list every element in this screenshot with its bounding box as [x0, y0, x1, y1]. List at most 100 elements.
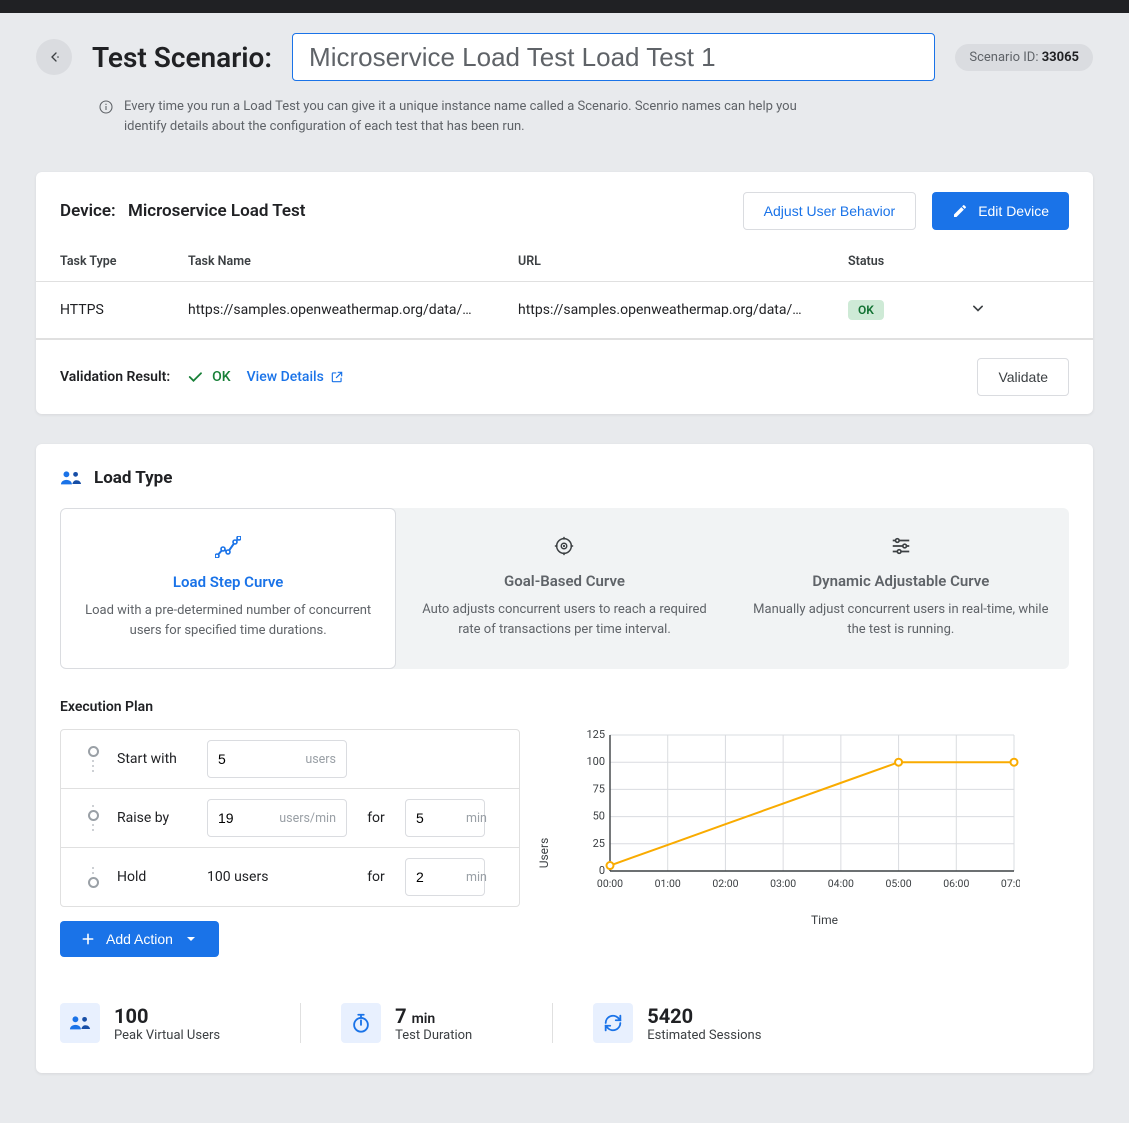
chart-ylabel: Users: [537, 838, 551, 869]
goal-based-title: Goal-Based Curve: [416, 572, 712, 590]
svg-text:04:00: 04:00: [828, 877, 854, 889]
execution-plan-label: Execution Plan: [36, 699, 1093, 729]
raise-for-input[interactable]: min: [405, 799, 485, 837]
svg-text:25: 25: [593, 837, 605, 850]
svg-text:02:00: 02:00: [712, 877, 738, 889]
raise-by-label: Raise by: [117, 810, 201, 826]
edit-device-label: Edit Device: [978, 203, 1049, 219]
dynamic-curve-option[interactable]: Dynamic Adjustable Curve Manually adjust…: [733, 508, 1069, 669]
chevron-down-icon: [968, 298, 988, 318]
arrow-left-icon: [46, 49, 62, 65]
task-table-header: Task Type Task Name URL Status: [36, 246, 1093, 281]
col-status: Status: [848, 254, 968, 269]
load-type-card: Load Type Load Step Curve Load with a pr…: [36, 444, 1093, 1073]
plan-raise-row: Raise by users/min for min: [61, 788, 519, 847]
validation-ok: OK: [186, 368, 231, 386]
task-name: https://samples.openweathermap.org/data/…: [188, 302, 518, 318]
start-with-input[interactable]: users: [207, 740, 347, 778]
load-type-header: Load Type: [36, 444, 1093, 508]
plan-hold-row: Hold 100 users for min: [61, 847, 519, 906]
edit-device-button[interactable]: Edit Device: [932, 192, 1069, 230]
step-indicator: [75, 805, 111, 831]
scenario-name-input[interactable]: [292, 33, 935, 81]
hold-for-input[interactable]: min: [405, 858, 485, 896]
load-step-title: Load Step Curve: [81, 573, 375, 591]
scenario-id-badge: Scenario ID: 33065: [955, 44, 1093, 71]
validation-row: Validation Result: OK View Details Valid…: [36, 339, 1093, 414]
col-url: URL: [518, 254, 848, 269]
target-icon: [553, 535, 575, 557]
task-row[interactable]: HTTPS https://samples.openweathermap.org…: [36, 282, 1093, 338]
for-label: for: [353, 869, 399, 885]
scenario-id-label: Scenario ID:: [969, 50, 1038, 65]
view-details-link[interactable]: View Details: [247, 369, 344, 385]
for-label: for: [353, 810, 399, 826]
stat-sessions-value: 5420: [647, 1004, 761, 1028]
stat-peak-label: Peak Virtual Users: [114, 1028, 220, 1043]
chart-svg: 025507510012500:0001:0002:0003:0004:0005…: [580, 729, 1020, 889]
svg-text:0: 0: [599, 864, 605, 877]
stat-duration-value: 7 min: [395, 1004, 472, 1028]
svg-text:125: 125: [586, 729, 605, 741]
stat-duration: 7 min Test Duration: [300, 1003, 512, 1043]
page-title: Test Scenario:: [92, 41, 272, 74]
page-header: Test Scenario: Scenario ID: 33065: [36, 33, 1093, 81]
check-icon: [186, 368, 204, 386]
dynamic-desc: Manually adjust concurrent users in real…: [753, 600, 1049, 639]
task-type: HTTPS: [60, 302, 188, 318]
load-type-title: Load Type: [94, 468, 172, 488]
stat-duration-label: Test Duration: [395, 1028, 472, 1043]
step-indicator: [75, 746, 111, 772]
load-step-curve-option[interactable]: Load Step Curve Load with a pre-determin…: [60, 508, 396, 669]
svg-text:50: 50: [593, 810, 605, 823]
sliders-icon: [890, 535, 912, 557]
info-row: Every time you run a Load Test you can g…: [98, 97, 798, 136]
task-status: OK: [848, 300, 968, 320]
start-with-label: Start with: [117, 751, 201, 767]
execution-plan-table: Start with users Raise by users/min for …: [60, 729, 520, 907]
pencil-icon: [952, 203, 968, 219]
svg-text:75: 75: [593, 782, 605, 795]
users-icon: [69, 1014, 91, 1032]
users-icon: [60, 469, 82, 487]
plus-icon: [80, 931, 96, 947]
expand-row-toggle[interactable]: [968, 298, 1008, 322]
top-bar: [0, 0, 1129, 13]
goal-based-curve-option[interactable]: Goal-Based Curve Auto adjusts concurrent…: [396, 508, 732, 669]
info-icon: [98, 99, 114, 115]
raise-by-input[interactable]: users/min: [207, 799, 347, 837]
dynamic-title: Dynamic Adjustable Curve: [753, 572, 1049, 590]
execution-chart: Users 025507510012500:0001:0002:0003:000…: [550, 729, 1069, 977]
svg-text:07:00: 07:00: [1001, 877, 1020, 889]
plan-start-row: Start with users: [61, 730, 519, 788]
goal-based-desc: Auto adjusts concurrent users to reach a…: [416, 600, 712, 639]
scenario-id-value: 33065: [1042, 50, 1079, 65]
stats-row: 100 Peak Virtual Users 7 min Test Durati…: [36, 997, 1093, 1073]
device-title: Device: Microservice Load Test: [60, 201, 306, 221]
validation-label: Validation Result:: [60, 369, 170, 385]
device-label: Device:: [60, 201, 116, 221]
svg-text:06:00: 06:00: [943, 877, 969, 889]
svg-text:03:00: 03:00: [770, 877, 796, 889]
validate-button[interactable]: Validate: [977, 358, 1069, 396]
step-curve-icon: [215, 536, 241, 558]
status-badge: OK: [848, 300, 884, 320]
back-button[interactable]: [36, 39, 72, 75]
refresh-icon: [602, 1012, 624, 1034]
svg-text:00:00: 00:00: [597, 877, 623, 889]
add-action-button[interactable]: Add Action: [60, 921, 219, 957]
step-indicator: [75, 867, 111, 888]
hold-value: 100 users: [207, 869, 347, 885]
caret-down-icon: [183, 931, 199, 947]
external-link-icon: [330, 370, 344, 384]
device-name: Microservice Load Test: [128, 201, 306, 221]
info-text: Every time you run a Load Test you can g…: [124, 97, 798, 136]
stopwatch-icon: [350, 1012, 372, 1034]
col-task-name: Task Name: [188, 254, 518, 269]
hold-label: Hold: [117, 869, 201, 885]
stat-peak-value: 100: [114, 1004, 220, 1028]
svg-text:100: 100: [586, 755, 605, 768]
adjust-user-behavior-button[interactable]: Adjust User Behavior: [743, 192, 917, 230]
task-url: https://samples.openweathermap.org/data/…: [518, 302, 848, 318]
load-step-desc: Load with a pre-determined number of con…: [81, 601, 375, 640]
